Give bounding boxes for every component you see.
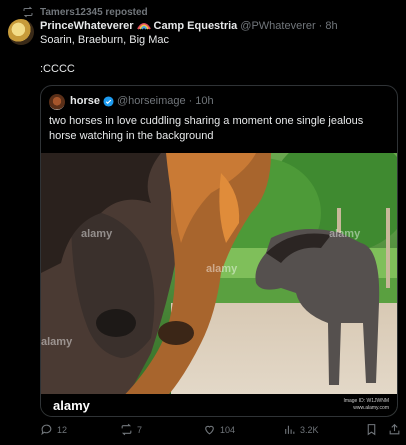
like-button[interactable]: 104: [203, 423, 235, 436]
watermark-2: alamy: [206, 263, 238, 275]
share-button[interactable]: [388, 423, 401, 436]
verified-badge-icon: [103, 95, 114, 107]
author-name-suffix[interactable]: Camp Equestria: [154, 20, 238, 32]
quoted-separator-dot: ·: [188, 95, 193, 107]
views-chart-icon: [285, 425, 295, 434]
repost-count: 7: [137, 424, 143, 435]
quoted-post-text: two horses in love cuddling sharing a mo…: [49, 115, 364, 142]
watermark-3: alamy: [329, 228, 361, 240]
alamy-footer: alamy Image ID: W1JWNM www.alamy.com: [41, 394, 397, 416]
like-count: 104: [220, 424, 236, 435]
repost-icon: [23, 6, 33, 18]
horse-photo-illustration: [41, 153, 397, 416]
reply-button[interactable]: 12: [40, 423, 67, 436]
quoted-post-time[interactable]: 10h: [195, 95, 213, 107]
author-avatar[interactable]: [8, 19, 34, 45]
separator-dot: ·: [318, 19, 323, 32]
horse-photo[interactable]: alamy alamy alamy alamy alamy Image ID: …: [41, 153, 397, 416]
watermark-4: alamy: [41, 336, 73, 348]
repost-label: Tamers12345 reposted: [40, 6, 148, 18]
rainbow-emoji-icon: [136, 23, 151, 30]
quoted-author-handle[interactable]: @horseimage: [117, 95, 186, 107]
repost-action-icon: [121, 423, 132, 436]
quoted-post[interactable]: horse @horseimage · 10h two horses in lo…: [40, 85, 398, 417]
action-bar: 12 7 104 3.2K: [0, 420, 406, 442]
post-text-line2: :CCCC: [40, 63, 75, 75]
share-icon: [389, 423, 400, 435]
alamy-logo: alamy: [53, 398, 90, 413]
post-header: PrinceWhateverer Camp Equestria @PWhatev…: [40, 18, 338, 33]
quoted-post-header: horse @horseimage · 10h: [70, 95, 214, 107]
author-handle[interactable]: @PWhateverer: [240, 20, 315, 32]
bookmark-button[interactable]: [365, 423, 378, 436]
view-count: 3.2K: [300, 424, 319, 435]
repost-indicator[interactable]: Tamers12345 reposted: [22, 5, 148, 19]
post-time[interactable]: 8h: [325, 20, 337, 32]
quoted-author-name[interactable]: horse: [70, 95, 100, 107]
quoted-author-avatar[interactable]: [49, 94, 65, 110]
post-text-line1: Soarin, Braeburn, Big Mac: [40, 34, 170, 46]
heart-icon: [205, 425, 214, 435]
author-name[interactable]: PrinceWhateverer: [40, 20, 134, 32]
reply-icon: [41, 424, 52, 436]
bookmark-icon: [367, 424, 376, 436]
views-button[interactable]: 3.2K: [283, 423, 319, 436]
watermark-1: alamy: [81, 228, 113, 240]
reply-count: 12: [57, 424, 68, 435]
repost-button[interactable]: 7: [120, 423, 142, 436]
alamy-image-id: Image ID: W1JWNM www.alamy.com: [343, 398, 389, 411]
